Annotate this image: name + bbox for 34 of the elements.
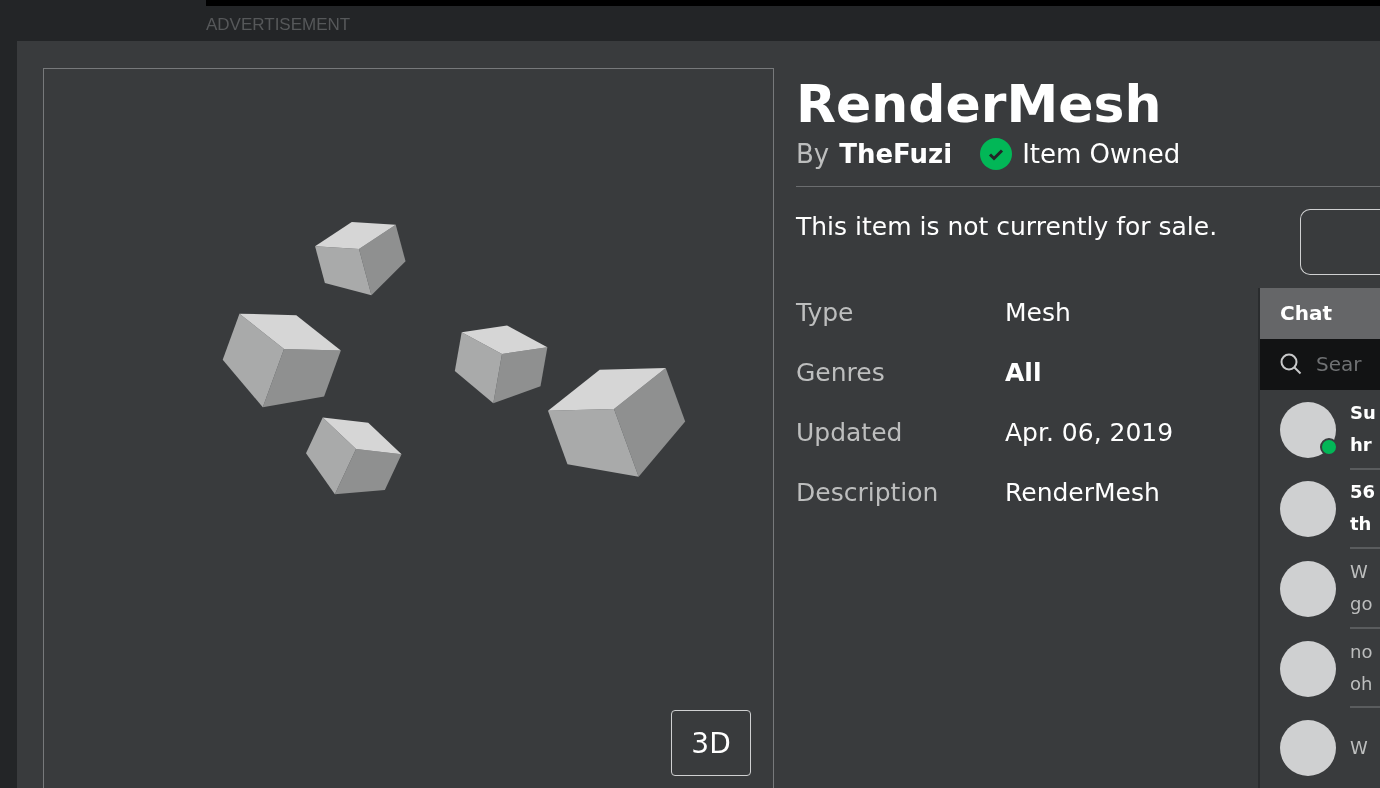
conversation-item[interactable]: W go	[1260, 549, 1380, 629]
creator-link[interactable]: TheFuzi	[839, 139, 953, 170]
search-icon	[1280, 353, 1302, 376]
conversation-name: 56	[1350, 480, 1377, 505]
conversation-preview: hr	[1350, 432, 1373, 457]
conversation-item[interactable]: W	[1260, 708, 1380, 788]
sale-status: This item is not currently for sale.	[796, 212, 1218, 241]
chat-title[interactable]: Chat	[1260, 288, 1380, 339]
detail-value: RenderMesh	[1005, 477, 1161, 507]
owned-label: Item Owned	[1022, 139, 1181, 170]
conversation-preview: th	[1350, 512, 1373, 537]
chat-search-field[interactable]: Sear	[1260, 338, 1380, 391]
item-title: RenderMesh	[796, 73, 1163, 136]
detail-label: Updated	[796, 417, 904, 447]
detail-label: Genres	[796, 357, 886, 387]
conversation-item[interactable]: no oh	[1260, 628, 1380, 709]
conversation-preview: oh	[1350, 671, 1374, 696]
search-input[interactable]: Sear	[1314, 351, 1378, 378]
conversation-name: W	[1350, 560, 1369, 585]
conversation-name: no	[1350, 639, 1374, 664]
conversation-name: Su	[1350, 400, 1377, 425]
3d-view-button[interactable]: 3D	[671, 710, 751, 776]
conversation-name: W	[1350, 736, 1369, 761]
detail-value: Mesh	[1005, 297, 1072, 327]
detail-label: Description	[796, 477, 940, 507]
conversation-item[interactable]: 56 th	[1260, 469, 1380, 550]
conversation-item[interactable]: Su hr	[1260, 390, 1380, 470]
outline-button[interactable]	[1300, 209, 1380, 275]
detail-label: Type	[796, 297, 855, 327]
detail-link[interactable]: All	[1005, 357, 1238, 387]
by-label: By	[796, 139, 830, 170]
avatar	[1280, 720, 1336, 777]
detail-value: Apr. 06, 2019	[1005, 417, 1175, 447]
conversation-preview: go	[1350, 592, 1374, 617]
